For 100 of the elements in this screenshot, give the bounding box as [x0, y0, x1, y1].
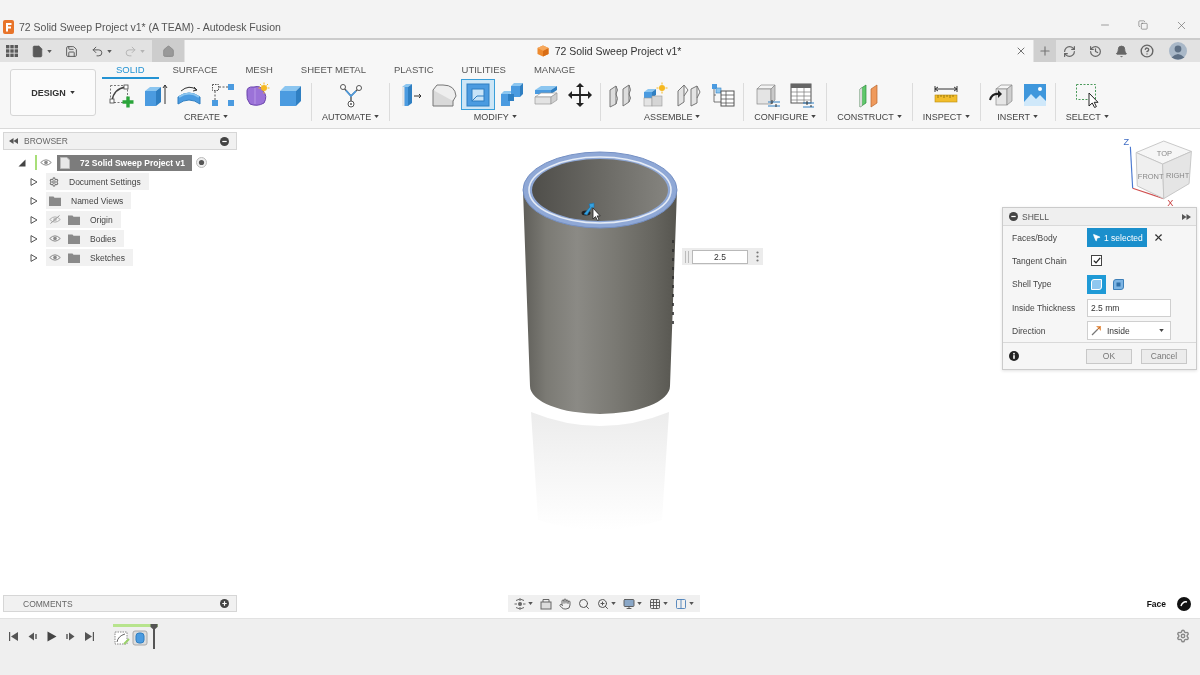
group-menu[interactable]: CONFIGURE [747, 110, 824, 123]
sketch-icon [108, 81, 134, 108]
play-icon[interactable] [46, 630, 57, 642]
minus-circle-icon[interactable] [220, 136, 229, 146]
caret-icon [663, 602, 668, 605]
group-menu[interactable]: INSPECT [915, 110, 977, 123]
toolbar-tab[interactable]: MANAGE [519, 62, 590, 79]
orbit-icon[interactable] [514, 597, 526, 610]
toolbar-tab[interactable]: MESH [231, 62, 287, 79]
clear-selection-icon[interactable] [1153, 232, 1164, 244]
caret-icon [139, 49, 145, 53]
tree-table-icon [710, 81, 737, 108]
caret-icon [106, 49, 112, 53]
expand-toggle-icon[interactable] [30, 196, 38, 205]
field-label: Inside Thickness [1012, 302, 1077, 313]
expand-toggle-icon[interactable] [30, 234, 38, 243]
group-menu[interactable]: ASSEMBLE [636, 110, 708, 123]
toolbar-tab[interactable]: PLASTIC [379, 62, 448, 79]
restore-icon[interactable] [1138, 20, 1148, 30]
tree-item[interactable]: Bodies [46, 230, 124, 247]
toolbar-tab[interactable]: UTILITIES [447, 62, 520, 79]
refresh-icon[interactable] [1062, 44, 1076, 58]
toolbar-tab[interactable]: SHEET METAL [286, 62, 380, 79]
cube-face-label: RIGHT [1166, 170, 1190, 180]
expand-toggle-icon[interactable] [30, 215, 38, 224]
shell-icon [465, 81, 492, 108]
eye-icon[interactable] [49, 253, 61, 262]
sketch-feature-icon[interactable] [114, 630, 130, 646]
caret-icon [896, 115, 902, 118]
history-icon[interactable] [1088, 44, 1102, 58]
monitor-icon[interactable] [623, 597, 635, 610]
grip-icon[interactable] [685, 250, 689, 263]
hand-icon[interactable] [559, 597, 571, 610]
timeline-marker[interactable] [150, 624, 158, 649]
group-menu[interactable]: CONSTRUCT [830, 110, 909, 123]
thickness-input[interactable]: 2.5 mm [1087, 298, 1171, 317]
expand-toggle-icon[interactable] [30, 253, 38, 262]
skip-forward-icon[interactable] [85, 631, 94, 641]
settings-icon[interactable] [1176, 629, 1190, 643]
folder-icon [68, 233, 80, 244]
toolbar-tab[interactable]: SURFACE [158, 62, 232, 79]
skip-back-icon[interactable] [9, 631, 18, 641]
group-menu[interactable]: MODIFY [466, 110, 524, 123]
collapse-panel-icon[interactable] [9, 138, 18, 144]
dialog-button[interactable]: Cancel [1141, 349, 1187, 364]
viewports-icon[interactable] [675, 597, 687, 610]
group-menu[interactable]: AUTOMATE [315, 110, 387, 123]
file-icon[interactable] [30, 44, 44, 58]
zoom-in-icon[interactable] [597, 597, 609, 610]
view-cube[interactable] [1135, 140, 1192, 200]
checkbox[interactable] [1091, 255, 1102, 267]
filter-badge-icon[interactable] [1177, 597, 1191, 611]
tree-item[interactable]: Sketches [46, 249, 133, 266]
tree-item[interactable]: 72 Solid Sweep Project v1 [57, 154, 192, 171]
combine-icon [499, 81, 526, 108]
more-options-icon[interactable] [756, 251, 759, 262]
drag-arrow-icon[interactable] [581, 202, 601, 221]
eye-icon[interactable] [49, 234, 61, 243]
caret-icon [1033, 115, 1039, 118]
help-icon[interactable] [1140, 44, 1154, 58]
bell-icon[interactable] [1114, 44, 1128, 58]
step-back-icon[interactable] [28, 631, 37, 641]
node-graph-icon [337, 81, 364, 108]
close-tab-icon[interactable] [1015, 45, 1027, 57]
plus-circle-icon[interactable] [220, 599, 229, 608]
dimension-input[interactable]: 2.5 [692, 249, 748, 264]
tree-item[interactable]: Named Views [46, 192, 132, 209]
look-at-icon[interactable] [540, 597, 552, 610]
info-icon[interactable] [1009, 351, 1019, 362]
caret-icon [374, 115, 380, 118]
tree-item-label: Document Settings [69, 176, 141, 187]
axis-label: X [1167, 197, 1174, 207]
minus-circle-icon[interactable] [1009, 212, 1018, 221]
document-tab[interactable]: 72 Solid Sweep Project v1* [185, 40, 1033, 62]
zoom-icon[interactable] [578, 597, 590, 610]
save-icon[interactable] [64, 44, 78, 58]
tree-item[interactable]: Document Settings [46, 173, 149, 190]
eye-icon[interactable] [40, 158, 52, 167]
body-feature-icon[interactable] [132, 630, 148, 646]
expand-panel-icon[interactable] [1182, 213, 1191, 220]
group-menu[interactable]: CREATE [177, 110, 235, 123]
direction-dropdown[interactable]: Inside [1087, 321, 1171, 341]
new-component-icon [642, 81, 669, 108]
workspace-menu[interactable]: DESIGN [10, 69, 96, 116]
caret-icon [528, 602, 533, 605]
group-menu[interactable]: SELECT [1058, 110, 1116, 123]
window-title: 72 Solid Sweep Project v1* (A TEAM) - Autodesk Fusion [19, 20, 281, 34]
radio-target-icon[interactable] [195, 157, 207, 168]
grid-icon[interactable] [649, 597, 661, 610]
expand-toggle-icon[interactable] [18, 158, 26, 167]
apps-grid-icon[interactable] [6, 45, 18, 57]
expand-toggle-icon[interactable] [30, 177, 38, 186]
tree-item[interactable]: Origin [46, 211, 121, 228]
option-button[interactable] [1087, 274, 1106, 294]
group-menu[interactable]: INSERT [990, 110, 1046, 123]
dialog-button[interactable]: OK [1086, 349, 1132, 364]
step-forward-icon[interactable] [66, 631, 75, 641]
selection-button[interactable]: 1 selected [1087, 228, 1147, 248]
undo-icon[interactable] [90, 44, 104, 58]
avatar-icon[interactable] [1169, 42, 1187, 60]
